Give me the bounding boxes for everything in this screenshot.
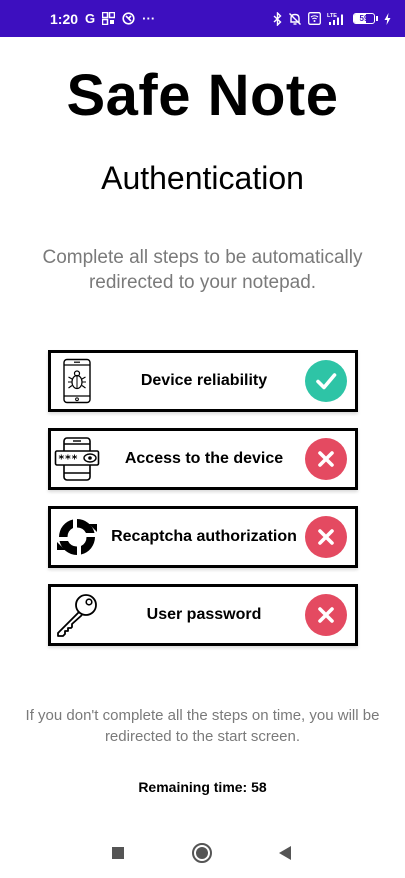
- step-access-to-device[interactable]: *** Access to the device: [48, 428, 358, 490]
- app-title: Safe Note: [66, 63, 339, 128]
- status-failed-badge: [305, 594, 347, 636]
- steps-list: Device reliability *** Access to the dev…: [48, 350, 358, 662]
- wifi-calling-icon: [308, 12, 321, 25]
- close-icon: [318, 451, 334, 467]
- muted-bell-icon: [288, 12, 302, 26]
- bluetooth-icon: [273, 11, 282, 26]
- close-icon: [318, 607, 334, 623]
- status-failed-badge: [305, 516, 347, 558]
- phone-password-icon: ***: [51, 431, 103, 487]
- checkmark-icon: [316, 373, 337, 390]
- step-recaptcha-authorization[interactable]: Recaptcha authorization: [48, 506, 358, 568]
- battery-level: 59: [359, 14, 369, 23]
- status-failed-badge: [305, 438, 347, 480]
- navigation-bar: [0, 828, 405, 878]
- status-right-group: LTE 59: [273, 11, 391, 26]
- step-label: Access to the device: [124, 450, 284, 467]
- step-label: Recaptcha authorization: [111, 528, 297, 545]
- step-user-password[interactable]: User password: [48, 584, 358, 646]
- network-label: LTE: [327, 13, 337, 19]
- status-success-badge: [305, 360, 347, 402]
- step-label: Device reliability: [140, 372, 268, 389]
- key-icon: [51, 587, 103, 643]
- screen: 1:20 G ··· LTE 59 Safe Note Authenticati…: [0, 0, 405, 878]
- charging-bolt-icon: [384, 12, 391, 25]
- recents-square-icon[interactable]: [103, 838, 133, 868]
- signal-icon: LTE: [327, 12, 347, 26]
- grid-icon: [102, 12, 116, 25]
- home-circle-icon[interactable]: [187, 838, 217, 868]
- google-icon: G: [85, 11, 96, 26]
- battery-tip: [376, 16, 378, 21]
- back-triangle-icon[interactable]: [270, 838, 300, 868]
- svg-text:***: ***: [58, 453, 78, 466]
- timeout-warning-text: If you don't complete all the steps on t…: [25, 707, 380, 745]
- intro-text: Complete all steps to be automatically r…: [42, 247, 363, 293]
- status-bar: 1:20 G ··· LTE 59: [0, 0, 405, 37]
- more-dots-icon: ···: [142, 11, 156, 26]
- battery-body: 59: [353, 13, 375, 24]
- phone-bug-icon: [51, 353, 103, 409]
- step-device-reliability[interactable]: Device reliability: [48, 350, 358, 412]
- remaining-time-label: Remaining time: 58: [138, 779, 267, 795]
- battery-icon: 59: [353, 13, 378, 24]
- recaptcha-icon: [51, 509, 103, 565]
- page-subtitle: Authentication: [101, 160, 304, 196]
- step-label: User password: [146, 606, 262, 623]
- vpn-icon: [122, 12, 135, 25]
- status-time: 1:20: [50, 10, 79, 27]
- close-icon: [318, 529, 334, 545]
- status-left-group: 1:20 G ···: [50, 11, 155, 27]
